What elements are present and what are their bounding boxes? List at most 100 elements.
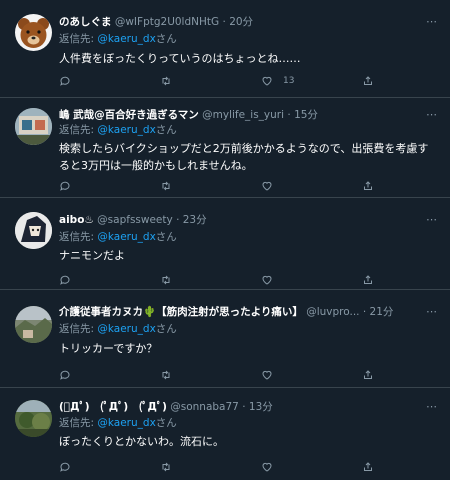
user-handle[interactable]: @wIFptg2U0ldNHtG [115,16,219,28]
retweet-button[interactable] [160,178,172,194]
reply-context: 返信先: @kaeru_dxさん [59,229,177,245]
like-button[interactable] [261,459,273,475]
user-handle[interactable]: @luvpro... [306,306,359,318]
user-handle[interactable]: @mylife_is_yuri [202,109,284,121]
tweet-actions: 13 [59,73,432,89]
timestamp[interactable]: 23分 [183,214,207,226]
tweet-text: ぼったくりとかないわ。流石に。 [59,435,224,448]
timestamp[interactable]: 15分 [294,109,318,121]
share-icon [364,76,372,85]
reply-handle-link[interactable]: @kaeru_dx [97,417,155,429]
tweet[interactable]: 介護従事者カヌカ🌵【筋肉注射が思ったより痛い】 @luvpro... · 21分… [0,290,450,388]
reply-button[interactable] [59,272,71,288]
reply-button[interactable] [59,73,71,89]
tweet-header: 介護従事者カヌカ🌵【筋肉注射が思ったより痛い】 @luvpro... · 21分 [59,303,420,321]
user-handle[interactable]: @sapfssweety [97,214,173,226]
display-name[interactable]: (ﾟДﾟ) (ﾟДﾟ) (ﾟДﾟ) [59,401,167,413]
tweet-text: 検索したらバイクショップだと2万前後かかるようなので、出張費を考慮すると3万円は… [59,142,429,172]
reply-handle-link[interactable]: @kaeru_dx [97,33,155,45]
tweet-header: のあしぐま @wIFptg2U0ldNHtG · 20分 [59,13,420,31]
retweet-icon [162,370,170,380]
landscape-avatar[interactable] [15,306,52,343]
display-name[interactable]: のあしぐま [59,16,112,28]
reply-label: 返信先: [59,323,95,335]
timestamp[interactable]: 20分 [229,16,253,28]
share-icon [364,181,372,190]
like-button[interactable] [261,178,273,194]
reply-suffix: さん [155,124,177,136]
reply-context: 返信先: @kaeru_dxさん [59,415,177,431]
tweet-header: aibo♨ @sapfssweety · 23分 [59,211,420,229]
retweet-button[interactable] [160,459,172,475]
more-options-icon[interactable]: ⋯ [424,13,438,31]
reply-button[interactable] [59,178,71,194]
tweet-text: ナニモンだよ [59,249,125,262]
like-button[interactable] [261,272,273,288]
reply-label: 返信先: [59,231,95,243]
timestamp[interactable]: 13分 [249,401,273,413]
like-button[interactable] [261,367,273,383]
share-button[interactable] [362,178,374,194]
reply-label: 返信先: [59,124,95,136]
separator: · [176,214,180,226]
reply-handle-link[interactable]: @kaeru_dx [97,124,155,136]
tweet[interactable]: 嶋 武哉@百合好き過ぎるマン @mylife_is_yuri · 15分 ⋯ 返… [0,98,450,198]
display-name[interactable]: 介護従事者カヌカ🌵【筋肉注射が思ったより痛い】 [59,306,303,318]
reply-suffix: さん [155,417,177,429]
nature-avatar[interactable] [15,400,52,437]
share-icon [364,275,372,284]
reply-context: 返信先: @kaeru_dxさん [59,321,177,337]
tweet[interactable]: aibo♨ @sapfssweety · 23分 ⋯ 返信先: @kaeru_d… [0,198,450,290]
user-handle[interactable]: @sonnaba77 [170,401,239,413]
heart-icon [262,370,272,380]
bear-avatar[interactable] [15,14,52,51]
retweet-icon [162,181,170,191]
reply-handle-link[interactable]: @kaeru_dx [97,323,155,335]
more-options-icon[interactable]: ⋯ [424,211,438,229]
share-button[interactable] [362,459,374,475]
reply-button[interactable] [59,367,71,383]
retweet-button[interactable] [160,272,172,288]
tweet-actions [59,367,432,383]
separator: · [222,16,226,28]
retweet-icon [162,462,170,472]
display-name[interactable]: aibo♨ [59,214,94,226]
tweet-actions [59,459,432,475]
more-options-icon[interactable]: ⋯ [424,106,438,124]
reply-handle-link[interactable]: @kaeru_dx [97,231,155,243]
reply-label: 返信先: [59,33,95,45]
more-options-icon[interactable]: ⋯ [424,398,438,416]
share-button[interactable] [362,73,374,89]
character-avatar[interactable] [15,212,52,249]
heart-icon [262,275,272,285]
like-count: 13 [283,76,295,86]
reply-suffix: さん [155,33,177,45]
like-button[interactable]: 13 [261,73,294,89]
heart-icon [262,181,272,191]
separator: · [362,306,367,318]
share-icon [364,370,372,379]
reply-icon [60,76,70,86]
reply-icon [60,181,70,191]
timestamp[interactable]: 21分 [370,306,394,318]
tweet[interactable]: (ﾟДﾟ) (ﾟДﾟ) (ﾟДﾟ) @sonnaba77 · 13分 ⋯ 返信先… [0,388,450,480]
retweet-button[interactable] [160,367,172,383]
tweet-actions [59,178,432,194]
photo-avatar[interactable] [15,108,52,145]
reply-suffix: さん [155,231,177,243]
more-options-icon[interactable]: ⋯ [424,303,438,321]
display-name[interactable]: 嶋 武哉@百合好き過ぎるマン [59,109,199,121]
retweet-icon [162,76,170,86]
reply-icon [60,462,70,472]
retweet-button[interactable] [160,73,172,89]
share-button[interactable] [362,272,374,288]
reply-icon [60,370,70,380]
tweet[interactable]: のあしぐま @wIFptg2U0ldNHtG · 20分 ⋯ 返信先: @kae… [0,0,450,98]
share-button[interactable] [362,367,374,383]
tweet-text: トリッカーですか？ [59,342,158,355]
tweet-header: (ﾟДﾟ) (ﾟДﾟ) (ﾟДﾟ) @sonnaba77 · 13分 [59,398,420,416]
heart-icon [262,76,272,86]
reply-button[interactable] [59,459,71,475]
heart-icon [262,462,272,472]
tweet-actions [59,272,432,288]
